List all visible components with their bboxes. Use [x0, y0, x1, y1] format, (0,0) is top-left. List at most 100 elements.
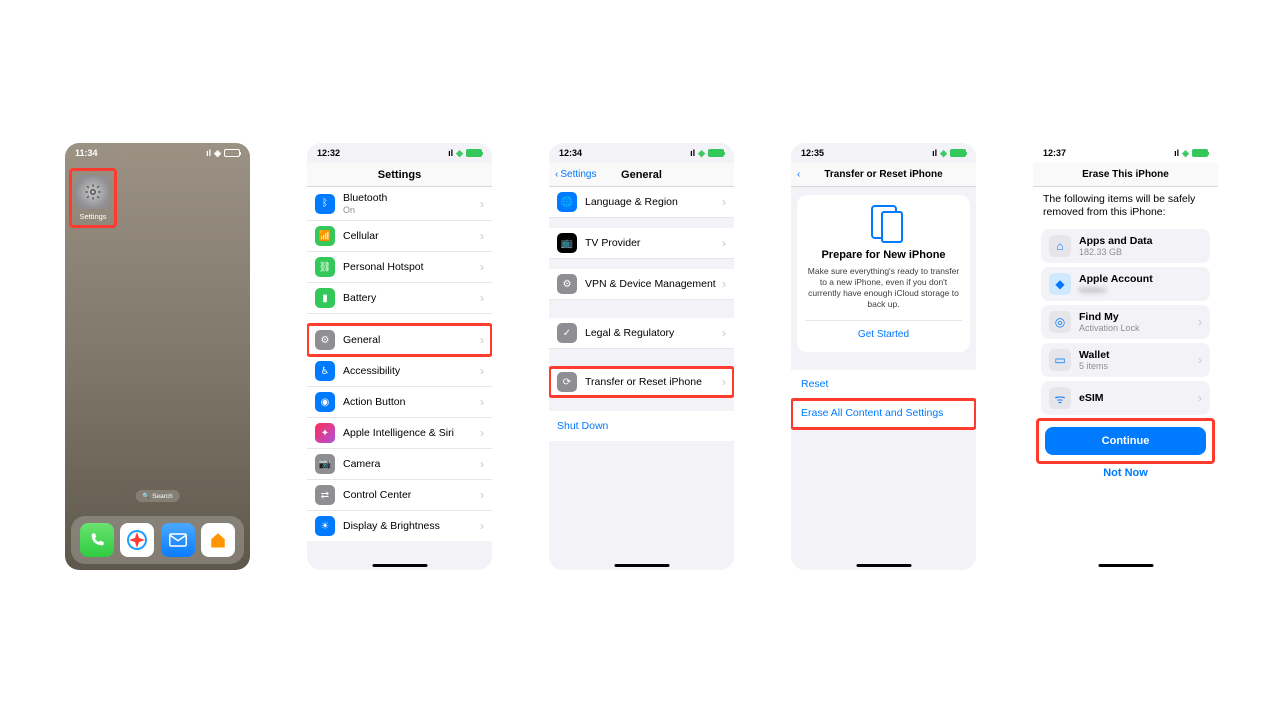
status-bar: 12:35 ıl ◈	[791, 143, 976, 163]
chevron-icon: ›	[480, 260, 484, 274]
erase-item-esim[interactable]: ᯤ eSIM ›	[1041, 381, 1210, 415]
display-label: Display & Brightness	[343, 520, 480, 533]
tv-icon: 📺	[557, 233, 577, 253]
erase-item-findmy[interactable]: ◎ Find MyActivation Lock ›	[1041, 305, 1210, 339]
general-label: General	[343, 334, 480, 347]
erase-item-wallet[interactable]: ▭ Wallet5 items ›	[1041, 343, 1210, 377]
ai-siri-label: Apple Intelligence & Siri	[343, 427, 480, 440]
row-reset[interactable]: Reset	[791, 370, 976, 399]
camera-label: Camera	[343, 458, 480, 471]
row-bluetooth[interactable]: ᛒ Bluetooth On ›	[307, 187, 492, 221]
settings-app-label: Settings	[79, 212, 106, 221]
esim-label: eSIM	[1079, 392, 1190, 404]
gear-icon	[76, 175, 110, 209]
navbar-title: Transfer or Reset iPhone	[824, 169, 942, 180]
cellular-icon: 📶	[315, 226, 335, 246]
transfer-icon: ⟳	[557, 372, 577, 392]
row-cellular[interactable]: 📶 Cellular›	[307, 221, 492, 252]
status-bar: 12:34 ıl ◈	[549, 143, 734, 163]
status-indicators: ıl ◈	[690, 148, 724, 159]
row-tv-provider[interactable]: 📺 TV Provider›	[549, 228, 734, 259]
not-now-button[interactable]: Not Now	[1033, 463, 1218, 483]
settings-app[interactable]: Settings	[69, 168, 117, 228]
signal-icon: ıl	[206, 148, 211, 158]
prepare-title: Prepare for New iPhone	[805, 249, 962, 262]
wifi-icon: ◈	[456, 148, 463, 159]
chevron-icon: ›	[722, 375, 726, 389]
home-indicator[interactable]	[614, 564, 669, 567]
get-started-button[interactable]: Get Started	[805, 320, 962, 346]
row-legal[interactable]: ✓ Legal & Regulatory›	[549, 318, 734, 349]
home-app[interactable]	[201, 523, 235, 557]
chevron-icon: ›	[1198, 391, 1202, 405]
home-indicator[interactable]	[372, 564, 427, 567]
navbar: ‹ Transfer or Reset iPhone	[791, 163, 976, 187]
battery-icon	[224, 149, 240, 157]
erase-item-apps: ⌂ Apps and Data182.33 GB	[1041, 229, 1210, 263]
erase-confirmation-screen: 12:37 ıl ◈ Erase This iPhone The followi…	[1033, 143, 1218, 570]
row-camera[interactable]: 📷 Camera›	[307, 449, 492, 480]
home-indicator[interactable]	[1098, 564, 1153, 567]
row-apple-intelligence[interactable]: ✦ Apple Intelligence & Siri›	[307, 418, 492, 449]
shutdown-label: Shut Down	[557, 420, 726, 433]
chevron-icon: ›	[1198, 353, 1202, 367]
row-general[interactable]: ⚙ General›	[307, 324, 492, 356]
row-battery[interactable]: ▮ Battery›	[307, 283, 492, 314]
status-indicators: ıl ◈	[1174, 148, 1208, 159]
chevron-icon: ›	[480, 488, 484, 502]
row-transfer-reset[interactable]: ⟳ Transfer or Reset iPhone›	[549, 367, 734, 397]
row-shutdown[interactable]: Shut Down	[549, 411, 734, 441]
chevron-left-icon: ‹	[555, 169, 558, 180]
continue-button[interactable]: Continue	[1045, 427, 1206, 455]
vpn-label: VPN & Device Management	[585, 278, 722, 291]
signal-icon: ıl	[1174, 148, 1179, 158]
esim-icon: ᯤ	[1049, 387, 1071, 409]
account-label: Apple Account	[1079, 273, 1202, 285]
signal-icon: ıl	[932, 148, 937, 158]
navbar-title: Erase This iPhone	[1082, 169, 1169, 180]
findmy-sub: Activation Lock	[1079, 323, 1190, 333]
chevron-icon: ›	[480, 519, 484, 533]
search-label: Search	[152, 493, 173, 500]
battery-icon	[950, 149, 966, 157]
status-time: 12:34	[559, 148, 582, 158]
chevron-icon: ›	[480, 395, 484, 409]
chevron-icon: ›	[722, 277, 726, 291]
account-icon: ◆	[1049, 273, 1071, 295]
chevron-icon: ›	[480, 197, 484, 211]
status-indicators: ıl ◈	[932, 148, 966, 159]
general-screen: 12:34 ıl ◈ ‹Settings General 🌐 Language …	[549, 143, 734, 570]
safari-app[interactable]	[120, 523, 154, 557]
status-indicators: ıl ◈	[448, 148, 482, 159]
chevron-icon: ›	[480, 291, 484, 305]
chevron-icon: ›	[1198, 315, 1202, 329]
chevron-icon: ›	[480, 229, 484, 243]
row-display[interactable]: ☀ Display & Brightness›	[307, 511, 492, 541]
settings-list-screen: 12:32 ıl ◈ Settings ᛒ Bluetooth On › 📶 C…	[307, 143, 492, 570]
chevron-icon: ›	[480, 457, 484, 471]
row-hotspot[interactable]: ⛓ Personal Hotspot›	[307, 252, 492, 283]
row-vpn[interactable]: ⚙ VPN & Device Management›	[549, 269, 734, 300]
chevron-icon: ›	[722, 236, 726, 250]
row-erase-all[interactable]: Erase All Content and Settings	[791, 399, 976, 428]
phone-app[interactable]	[80, 523, 114, 557]
navbar: Settings	[307, 163, 492, 187]
transfer-label: Transfer or Reset iPhone	[585, 376, 722, 389]
search-pill[interactable]: 🔍 Search	[135, 490, 180, 502]
home-screen: 11:34 ıl ◈ Settings 🔍 Search	[65, 143, 250, 570]
chevron-icon: ›	[722, 326, 726, 340]
row-language-region[interactable]: 🌐 Language & Region›	[549, 187, 734, 218]
wallet-icon: ▭	[1049, 349, 1071, 371]
back-button[interactable]: ‹Settings	[555, 169, 596, 180]
back-button[interactable]: ‹	[797, 169, 800, 180]
row-control-center[interactable]: ⇄ Control Center›	[307, 480, 492, 511]
row-accessibility[interactable]: ♿︎ Accessibility›	[307, 356, 492, 387]
row-action-button[interactable]: ◉ Action Button›	[307, 387, 492, 418]
chevron-icon: ›	[480, 333, 484, 347]
battery-icon	[1192, 149, 1208, 157]
home-indicator[interactable]	[856, 564, 911, 567]
erase-intro: The following items will be safely remov…	[1033, 187, 1218, 225]
mail-app[interactable]	[161, 523, 195, 557]
wifi-icon: ◈	[214, 148, 221, 159]
prepare-card: Prepare for New iPhone Make sure everyth…	[797, 195, 970, 352]
